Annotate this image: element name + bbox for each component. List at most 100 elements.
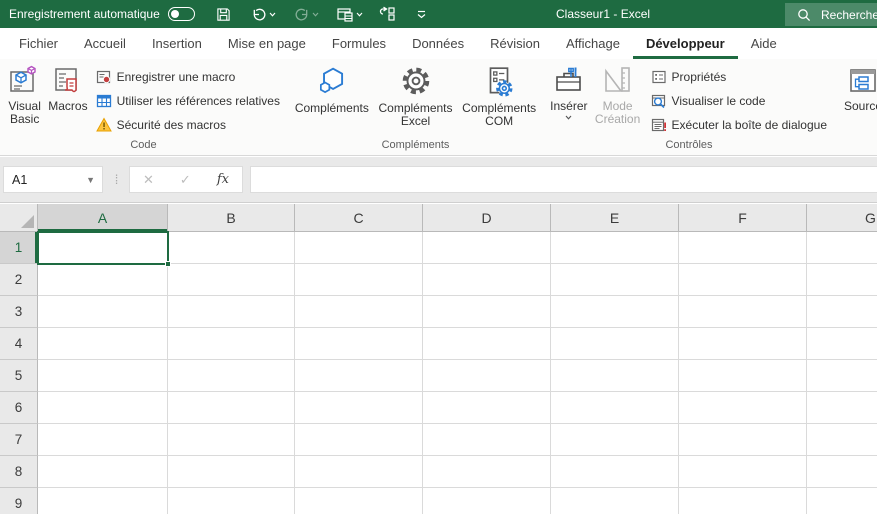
cell-B5[interactable]: [168, 360, 295, 392]
cell-A1[interactable]: [38, 232, 168, 264]
cell-D1[interactable]: [423, 232, 551, 264]
cell-A3[interactable]: [38, 296, 168, 328]
cell-B8[interactable]: [168, 456, 295, 488]
visual-basic-button[interactable]: Visual Basic: [3, 61, 46, 126]
tab-developpeur[interactable]: Développeur: [632, 28, 738, 59]
column-header-F[interactable]: F: [679, 204, 807, 232]
cell-G3[interactable]: [807, 296, 877, 328]
cell-D7[interactable]: [423, 424, 551, 456]
cell-B3[interactable]: [168, 296, 295, 328]
tab-donnees[interactable]: Données: [399, 28, 477, 59]
cell-G8[interactable]: [807, 456, 877, 488]
formula-bar-drag-handle[interactable]: ⁞: [103, 172, 129, 187]
cell-C5[interactable]: [295, 360, 423, 392]
qat-custom-button-2[interactable]: [374, 0, 400, 28]
run-dialog-button[interactable]: Exécuter la boîte de dialogue: [651, 114, 827, 135]
cell-E1[interactable]: [551, 232, 679, 264]
save-button[interactable]: [211, 0, 236, 28]
column-header-D[interactable]: D: [423, 204, 551, 232]
cell-G5[interactable]: [807, 360, 877, 392]
cell-A7[interactable]: [38, 424, 168, 456]
cell-C8[interactable]: [295, 456, 423, 488]
cell-B1[interactable]: [168, 232, 295, 264]
cell-F9[interactable]: [679, 488, 807, 514]
row-header-2[interactable]: 2: [0, 264, 38, 296]
qat-dropdown-button[interactable]: [412, 0, 431, 28]
column-header-A[interactable]: A: [38, 204, 168, 232]
cell-E8[interactable]: [551, 456, 679, 488]
cell-B9[interactable]: [168, 488, 295, 514]
cell-D6[interactable]: [423, 392, 551, 424]
column-header-G[interactable]: G: [807, 204, 877, 232]
cell-F7[interactable]: [679, 424, 807, 456]
cell-G1[interactable]: [807, 232, 877, 264]
tab-formules[interactable]: Formules: [319, 28, 399, 59]
qat-custom-button-1[interactable]: [332, 0, 368, 28]
cell-F3[interactable]: [679, 296, 807, 328]
row-header-4[interactable]: 4: [0, 328, 38, 360]
tab-fichier[interactable]: Fichier: [6, 28, 71, 59]
cell-D5[interactable]: [423, 360, 551, 392]
cell-C9[interactable]: [295, 488, 423, 514]
cell-G2[interactable]: [807, 264, 877, 296]
column-header-E[interactable]: E: [551, 204, 679, 232]
cell-D3[interactable]: [423, 296, 551, 328]
row-header-7[interactable]: 7: [0, 424, 38, 456]
cell-C3[interactable]: [295, 296, 423, 328]
cell-A4[interactable]: [38, 328, 168, 360]
row-header-8[interactable]: 8: [0, 456, 38, 488]
cell-F4[interactable]: [679, 328, 807, 360]
cell-E9[interactable]: [551, 488, 679, 514]
properties-button[interactable]: Propriétés: [651, 66, 827, 87]
tab-mise-en-page[interactable]: Mise en page: [215, 28, 319, 59]
tab-accueil[interactable]: Accueil: [71, 28, 139, 59]
row-header-6[interactable]: 6: [0, 392, 38, 424]
cell-E2[interactable]: [551, 264, 679, 296]
cell-B4[interactable]: [168, 328, 295, 360]
cell-B6[interactable]: [168, 392, 295, 424]
cell-B2[interactable]: [168, 264, 295, 296]
row-header-5[interactable]: 5: [0, 360, 38, 392]
macro-security-button[interactable]: Sécurité des macros: [95, 114, 280, 135]
cell-A6[interactable]: [38, 392, 168, 424]
cell-F5[interactable]: [679, 360, 807, 392]
cell-A5[interactable]: [38, 360, 168, 392]
column-header-B[interactable]: B: [168, 204, 295, 232]
cell-F2[interactable]: [679, 264, 807, 296]
undo-button[interactable]: [246, 0, 281, 28]
cell-F8[interactable]: [679, 456, 807, 488]
addins-button[interactable]: Compléments: [290, 61, 374, 115]
cell-F1[interactable]: [679, 232, 807, 264]
column-header-C[interactable]: C: [295, 204, 423, 232]
cell-D2[interactable]: [423, 264, 551, 296]
com-addins-button[interactable]: Compléments COM: [457, 61, 541, 128]
cell-D4[interactable]: [423, 328, 551, 360]
tab-insertion[interactable]: Insertion: [139, 28, 215, 59]
source-button[interactable]: Source: [837, 61, 877, 113]
relative-references-button[interactable]: Utiliser les références relatives: [96, 90, 280, 111]
cell-C1[interactable]: [295, 232, 423, 264]
row-header-3[interactable]: 3: [0, 296, 38, 328]
tab-affichage[interactable]: Affichage: [553, 28, 633, 59]
row-header-1[interactable]: 1: [0, 232, 38, 264]
name-box[interactable]: A1 ▼: [3, 166, 103, 193]
cell-G4[interactable]: [807, 328, 877, 360]
cell-B7[interactable]: [168, 424, 295, 456]
tab-revision[interactable]: Révision: [477, 28, 553, 59]
cell-D9[interactable]: [423, 488, 551, 514]
search-box[interactable]: Rechercher: [785, 3, 877, 26]
autosave-toggle[interactable]: [167, 7, 195, 21]
cell-C7[interactable]: [295, 424, 423, 456]
insert-control-button[interactable]: Insérer: [547, 61, 591, 120]
cell-C4[interactable]: [295, 328, 423, 360]
cell-E5[interactable]: [551, 360, 679, 392]
cell-G7[interactable]: [807, 424, 877, 456]
cell-A2[interactable]: [38, 264, 168, 296]
select-all-button[interactable]: [0, 204, 38, 232]
cell-F6[interactable]: [679, 392, 807, 424]
cell-E6[interactable]: [551, 392, 679, 424]
cell-E4[interactable]: [551, 328, 679, 360]
formula-input[interactable]: [250, 166, 877, 193]
cell-E7[interactable]: [551, 424, 679, 456]
cell-A8[interactable]: [38, 456, 168, 488]
